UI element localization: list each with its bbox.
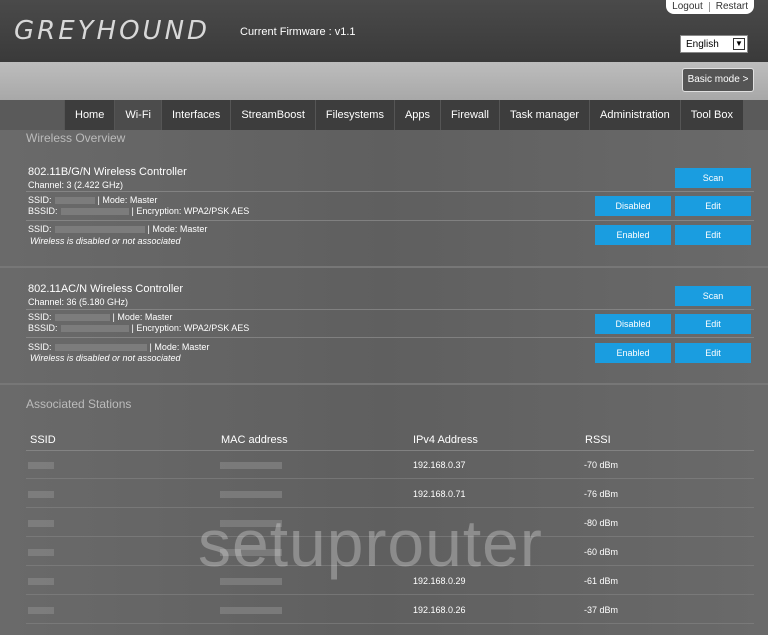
session-tabs: Logout Restart (666, 0, 754, 14)
network-ssid: SSID: | Mode: Master (28, 195, 158, 205)
column-header-ipv4: IPv4 Address (413, 434, 478, 446)
nav-wifi[interactable]: Wi-Fi (114, 100, 161, 130)
section-divider (0, 266, 768, 268)
ssid-cell (28, 489, 54, 499)
nav-task-manager[interactable]: Task manager (498, 100, 589, 130)
rssi-cell: -70 dBm (584, 460, 619, 470)
rssi-cell: -80 dBm (584, 518, 619, 528)
rssi-cell: -60 dBm (584, 547, 619, 557)
controller-name: 802.11AC/N Wireless Controller (28, 283, 184, 295)
main-nav: Home Wi-Fi Interfaces StreamBoost Filesy… (64, 100, 743, 131)
language-value: English (686, 39, 719, 50)
ipv4-cell: 192.168.0.37 (413, 460, 466, 470)
network-bssid: BSSID: | Encryption: WPA2/PSK AES (28, 323, 250, 333)
network-status-note: Wireless is disabled or not associated (30, 353, 181, 363)
divider (26, 191, 754, 192)
network-ssid: SSID: | Mode: Master (28, 342, 210, 352)
ssid-cell (28, 576, 54, 586)
rssi-cell: -61 dBm (584, 576, 619, 586)
edit-network-button[interactable]: Edit (675, 343, 751, 363)
nav-filesystems[interactable]: Filesystems (314, 100, 394, 130)
mac-cell (220, 460, 282, 470)
edit-network-button[interactable]: Edit (675, 196, 751, 216)
rssi-cell: -76 dBm (584, 489, 619, 499)
divider (26, 623, 754, 624)
network-bssid: BSSID: | Encryption: WPA2/PSK AES (28, 206, 250, 216)
associated-stations-title: Associated Stations (26, 397, 132, 411)
logout-link[interactable]: Logout (666, 0, 709, 14)
ssid-cell (28, 547, 54, 557)
nav-firewall[interactable]: Firewall (440, 100, 499, 130)
nav-interfaces[interactable]: Interfaces (161, 100, 230, 130)
rssi-cell: -37 dBm (584, 605, 619, 615)
nav-administration[interactable]: Administration (589, 100, 680, 130)
column-header-mac: MAC address (221, 434, 288, 446)
language-select[interactable]: English ▼ (680, 35, 748, 53)
firmware-version: Current Firmware : v1.1 (240, 26, 356, 38)
enable-network-button[interactable]: Enabled (595, 343, 671, 363)
watermark: setuprouter (198, 506, 543, 580)
nav-streamboost[interactable]: StreamBoost (230, 100, 315, 130)
section-divider (0, 383, 768, 385)
ssid-cell (28, 518, 54, 528)
divider (26, 450, 754, 451)
controller-channel: Channel: 3 (2.422 GHz) (28, 180, 124, 190)
network-status-note: Wireless is disabled or not associated (30, 236, 181, 246)
divider (26, 478, 754, 479)
controller-channel: Channel: 36 (5.180 GHz) (28, 297, 129, 307)
divider (26, 309, 754, 310)
ipv4-cell: 192.168.0.71 (413, 489, 466, 499)
edit-network-button[interactable]: Edit (675, 225, 751, 245)
scan-button[interactable]: Scan (675, 168, 751, 188)
divider (26, 337, 754, 338)
mode-band (0, 62, 768, 100)
mac-cell (220, 489, 282, 499)
brand-logo: GREYHOUND (14, 16, 211, 46)
divider (26, 594, 754, 595)
enable-network-button[interactable]: Enabled (595, 225, 671, 245)
column-header-rssi: RSSI (585, 434, 611, 446)
chevron-down-icon: ▼ (733, 38, 745, 50)
header-bar: GREYHOUND Current Firmware : v1.1 Logout… (0, 0, 768, 62)
ssid-cell (28, 460, 54, 470)
wireless-overview-title: Wireless Overview (26, 131, 126, 145)
network-ssid: SSID: | Mode: Master (28, 224, 208, 234)
disable-network-button[interactable]: Disabled (595, 196, 671, 216)
nav-tool-box[interactable]: Tool Box (679, 100, 743, 130)
column-header-ssid: SSID (30, 434, 56, 446)
ipv4-cell: 192.168.0.26 (413, 605, 466, 615)
ssid-cell (28, 605, 54, 615)
controller-name: 802.11B/G/N Wireless Controller (28, 166, 187, 178)
nav-home[interactable]: Home (64, 100, 114, 130)
basic-mode-button[interactable]: Basic mode > (682, 68, 754, 92)
divider (26, 220, 754, 221)
disable-network-button[interactable]: Disabled (595, 314, 671, 334)
mac-cell (220, 605, 282, 615)
nav-apps[interactable]: Apps (393, 100, 440, 130)
network-ssid: SSID: | Mode: Master (28, 312, 173, 322)
edit-network-button[interactable]: Edit (675, 314, 751, 334)
restart-link[interactable]: Restart (710, 0, 754, 14)
scan-button[interactable]: Scan (675, 286, 751, 306)
